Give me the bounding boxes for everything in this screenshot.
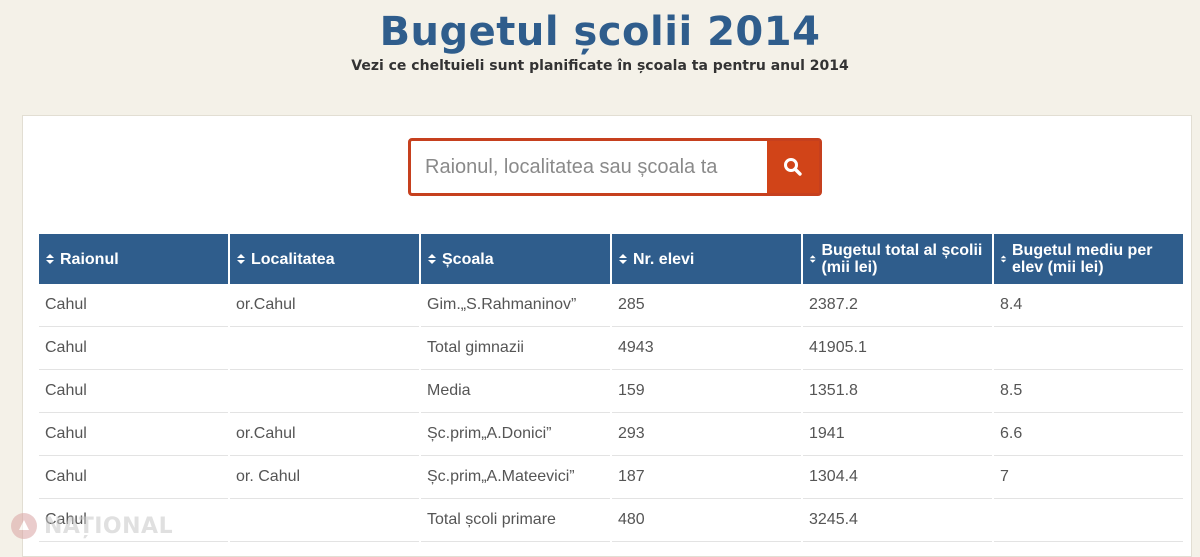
table-cell: Total gimnazii bbox=[421, 327, 610, 370]
table-cell: 41905.1 bbox=[803, 327, 992, 370]
table-cell: 4943 bbox=[612, 327, 801, 370]
table-header-row: Raionul Localitatea Școala Nr. elevi Bugetul… bbox=[39, 234, 1183, 284]
table-cell: Media bbox=[421, 370, 610, 413]
column-header-label: Raionul bbox=[60, 250, 119, 268]
table-cell: 8.5 bbox=[994, 370, 1183, 413]
column-header[interactable]: Raionul bbox=[39, 234, 228, 284]
table-cell bbox=[230, 327, 419, 370]
table-row: Cahul Total gimnazii 4943 41905.1 bbox=[39, 327, 1183, 370]
table-cell: 285 bbox=[612, 284, 801, 327]
watermark-logo: NAȚIONAL bbox=[10, 512, 173, 540]
table-cell: 3245.4 bbox=[803, 499, 992, 542]
table-cell: 293 bbox=[612, 413, 801, 456]
table-cell: or.Cahul bbox=[230, 284, 419, 327]
sort-icon bbox=[809, 255, 816, 263]
table-cell: Cahul bbox=[39, 370, 228, 413]
table-row: Cahul or.Cahul Gim.„S.Rahmaninov” 285 2387.2… bbox=[39, 284, 1183, 327]
table-cell: Cahul bbox=[39, 413, 228, 456]
table-row: Cahul Media 159 1351.8 8.5 bbox=[39, 370, 1183, 413]
table-cell: 7 bbox=[994, 456, 1183, 499]
column-header[interactable]: Bugetul mediu per elev (mii lei) bbox=[994, 234, 1183, 284]
table-cell: 159 bbox=[612, 370, 801, 413]
page-subtitle: Vezi ce cheltuieli sunt planificate în ș… bbox=[351, 58, 849, 74]
table-cell bbox=[230, 370, 419, 413]
search-input[interactable] bbox=[411, 141, 767, 193]
column-header[interactable]: Localitatea bbox=[230, 234, 419, 284]
column-header-label: Bugetul total al școlii (mii lei) bbox=[821, 242, 983, 276]
table-cell bbox=[994, 499, 1183, 542]
column-header-label: Școala bbox=[442, 250, 494, 268]
budget-table: Raionul Localitatea Școala Nr. elevi Bugetul… bbox=[37, 234, 1185, 542]
column-header[interactable]: Nr. elevi bbox=[612, 234, 801, 284]
table-row: Cahul or.Cahul Șc.prim„A.Donici” 293 1941 6.6 bbox=[39, 413, 1183, 456]
sort-icon bbox=[619, 254, 627, 264]
page-header: Bugetul școlii 2014 Vezi ce cheltuieli s… bbox=[0, 0, 1200, 74]
table-row: Cahul or. Cahul Șc.prim„A.Mateevici” 187 130… bbox=[39, 456, 1183, 499]
table-cell: Cahul bbox=[39, 284, 228, 327]
table-cell: or. Cahul bbox=[230, 456, 419, 499]
table-cell: Total școli primare bbox=[421, 499, 610, 542]
table-cell: Cahul bbox=[39, 456, 228, 499]
table-cell: 187 bbox=[612, 456, 801, 499]
table-cell bbox=[230, 499, 419, 542]
column-header[interactable]: Școala bbox=[421, 234, 610, 284]
search-button[interactable] bbox=[767, 141, 819, 193]
sort-icon bbox=[428, 254, 436, 264]
table-cell: 6.6 bbox=[994, 413, 1183, 456]
table-cell: 1304.4 bbox=[803, 456, 992, 499]
table-cell: Șc.prim„A.Donici” bbox=[421, 413, 610, 456]
table-cell: Gim.„S.Rahmaninov” bbox=[421, 284, 610, 327]
table-cell: 8.4 bbox=[994, 284, 1183, 327]
content-panel: Raionul Localitatea Școala Nr. elevi Bugetul… bbox=[22, 115, 1192, 557]
table-cell: Șc.prim„A.Mateevici” bbox=[421, 456, 610, 499]
column-header-label: Bugetul mediu per elev (mii lei) bbox=[1011, 242, 1153, 276]
table-cell: 1941 bbox=[803, 413, 992, 456]
table-cell: 2387.2 bbox=[803, 284, 992, 327]
column-header[interactable]: Bugetul total al școlii (mii lei) bbox=[803, 234, 992, 284]
column-header-label: Nr. elevi bbox=[633, 250, 695, 268]
search-icon bbox=[784, 158, 802, 176]
sort-icon bbox=[237, 254, 245, 264]
sort-icon bbox=[1000, 255, 1007, 263]
sort-icon bbox=[46, 254, 54, 264]
logo-icon bbox=[11, 513, 37, 539]
search-box bbox=[408, 138, 822, 196]
page-title: Bugetul școlii 2014 bbox=[379, 9, 821, 55]
column-header-label: Localitatea bbox=[251, 250, 335, 268]
table-cell: 1351.8 bbox=[803, 370, 992, 413]
table-row: Cahul Total școli primare 480 3245.4 bbox=[39, 499, 1183, 542]
table-cell bbox=[994, 327, 1183, 370]
table-cell: or.Cahul bbox=[230, 413, 419, 456]
table-cell: Cahul bbox=[39, 327, 228, 370]
table-cell: 480 bbox=[612, 499, 801, 542]
table-body: Cahul or.Cahul Gim.„S.Rahmaninov” 285 2387.2… bbox=[39, 284, 1183, 542]
watermark-text: NAȚIONAL bbox=[44, 513, 174, 539]
